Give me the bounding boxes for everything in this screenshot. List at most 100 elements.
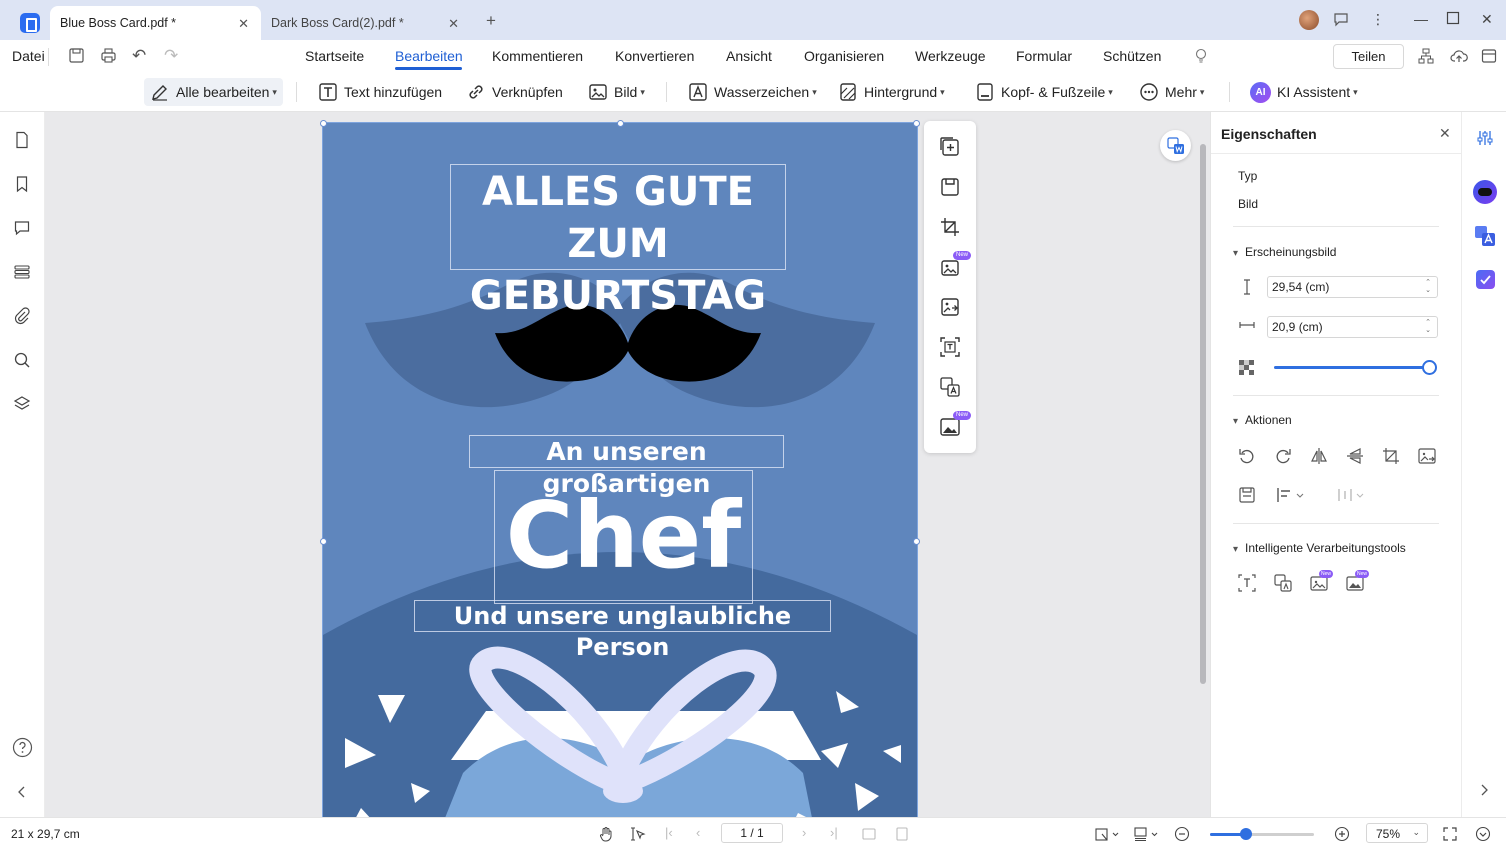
fit-width-icon[interactable] xyxy=(861,826,877,842)
headline-text-box[interactable]: ALLES GUTE ZUM GEBURTSTAG xyxy=(450,164,786,319)
search-icon[interactable] xyxy=(13,351,31,369)
subtitle-text-box[interactable]: An unseren großartigen xyxy=(469,435,784,498)
layers-icon[interactable] xyxy=(13,395,31,413)
header-footer-button[interactable]: Kopf- & Fußzeile ▾ xyxy=(975,78,1113,106)
maximize-icon[interactable] xyxy=(1446,11,1460,25)
ai-chatbot-icon[interactable] xyxy=(1473,180,1497,204)
page-number-field[interactable]: 1 / 1 xyxy=(721,823,783,843)
workflow-icon[interactable] xyxy=(1418,48,1434,64)
smart-tools-section-header[interactable]: Intelligente Verarbeitungstools xyxy=(1233,541,1406,555)
flip-vertical-icon[interactable] xyxy=(1345,446,1365,466)
print-icon[interactable] xyxy=(100,47,117,64)
card-page-image[interactable]: ALLES GUTE ZUM GEBURTSTAG An unseren gro… xyxy=(322,122,918,817)
zoom-out-icon[interactable] xyxy=(1174,826,1190,842)
save-icon[interactable] xyxy=(68,47,85,64)
height-field[interactable]: 29,54 (cm) ⌃ ⌄ xyxy=(1267,276,1438,298)
resize-handle[interactable] xyxy=(913,120,920,127)
rotate-left-icon[interactable] xyxy=(1237,446,1257,466)
menu-startseite[interactable]: Startseite xyxy=(305,48,364,64)
fit-page-icon[interactable] xyxy=(894,826,910,842)
resize-handle[interactable] xyxy=(913,538,920,545)
tab-blue-boss-card[interactable]: Blue Boss Card.pdf * ✕ xyxy=(50,6,261,40)
chef-text-box[interactable]: Chef xyxy=(494,470,753,604)
menu-kommentieren[interactable]: Kommentieren xyxy=(492,48,583,64)
menu-file[interactable]: Datei xyxy=(12,48,45,64)
close-icon[interactable]: ✕ xyxy=(238,16,249,32)
more-button[interactable]: Mehr ▾ xyxy=(1139,78,1204,106)
close-icon[interactable]: ✕ xyxy=(1439,125,1451,142)
replace-image-icon[interactable] xyxy=(939,296,961,318)
previous-page-icon[interactable]: ‹ xyxy=(696,825,700,840)
zoom-in-icon[interactable] xyxy=(1334,826,1350,842)
ai-assistant-button[interactable]: AI KI Assistent ▾ xyxy=(1250,78,1358,106)
undo-icon[interactable]: ↶ xyxy=(132,46,146,66)
translate-image-icon[interactable] xyxy=(1273,573,1293,593)
crop-icon[interactable] xyxy=(1381,446,1401,466)
menu-schuetzen[interactable]: Schützen xyxy=(1103,48,1161,64)
select-mode-dropdown-icon[interactable] xyxy=(1094,826,1120,842)
share-button[interactable]: Teilen xyxy=(1333,44,1404,69)
first-page-icon[interactable]: |‹ xyxy=(665,825,673,840)
resize-handle[interactable] xyxy=(320,120,327,127)
properties-sliders-icon[interactable] xyxy=(1476,129,1494,147)
translate-icon[interactable] xyxy=(1474,225,1496,247)
help-icon[interactable] xyxy=(12,737,33,758)
vertical-scrollbar[interactable] xyxy=(1200,144,1206,684)
replace-image-icon[interactable] xyxy=(1417,446,1437,466)
background-button[interactable]: Hintergrund ▾ xyxy=(838,78,945,106)
feedback-icon[interactable] xyxy=(1333,11,1349,27)
ocr-text-icon[interactable] xyxy=(939,336,961,358)
bookmark-icon[interactable] xyxy=(13,175,31,193)
panel-toggle-icon[interactable] xyxy=(1481,48,1497,64)
page-thumbnails-icon[interactable] xyxy=(13,131,31,149)
page-layout-dropdown-icon[interactable] xyxy=(1133,826,1159,842)
minimize-icon[interactable]: — xyxy=(1414,11,1428,27)
ocr-text-icon[interactable] xyxy=(1237,573,1257,593)
new-tab-plus-icon[interactable]: + xyxy=(486,11,496,31)
tab-dark-boss-card[interactable]: Dark Boss Card(2).pdf * ✕ xyxy=(261,6,471,40)
resize-handle[interactable] xyxy=(320,538,327,545)
select-tool-icon[interactable] xyxy=(630,826,646,842)
menu-bearbeiten[interactable]: Bearbeiten xyxy=(395,48,463,64)
task-check-icon[interactable] xyxy=(1476,270,1495,289)
tagline-text-box[interactable]: Und unsere unglaubliche Person xyxy=(414,600,831,661)
add-text-button[interactable]: Text hinzufügen xyxy=(318,78,442,106)
save-image-icon[interactable] xyxy=(939,176,961,198)
next-page-icon[interactable]: › xyxy=(802,825,806,840)
attachment-icon[interactable] xyxy=(13,307,31,325)
menu-werkzeuge[interactable]: Werkzeuge xyxy=(915,48,986,64)
close-icon[interactable]: ✕ xyxy=(448,16,459,32)
appearance-section-header[interactable]: Erscheinungsbild xyxy=(1233,245,1336,259)
close-window-icon[interactable]: ✕ xyxy=(1481,11,1493,28)
crop-icon[interactable] xyxy=(939,216,961,238)
cloud-upload-icon[interactable] xyxy=(1450,48,1468,64)
resize-handle[interactable] xyxy=(617,120,624,127)
link-button[interactable]: Verknüpfen xyxy=(466,78,563,106)
hand-tool-icon[interactable] xyxy=(598,826,614,842)
stepper-icon[interactable]: ⌃ ⌄ xyxy=(1425,319,1431,335)
image-button[interactable]: Bild ▾ xyxy=(588,78,645,106)
document-canvas[interactable]: ALLES GUTE ZUM GEBURTSTAG An unseren gro… xyxy=(45,112,1210,817)
zoom-slider-knob[interactable] xyxy=(1240,828,1252,840)
avatar[interactable] xyxy=(1299,10,1319,30)
opacity-slider-track[interactable] xyxy=(1274,366,1430,369)
redo-icon[interactable]: ↷ xyxy=(164,46,178,66)
edit-all-button[interactable]: Alle bearbeiten ▾ xyxy=(144,78,283,106)
actions-section-header[interactable]: Aktionen xyxy=(1233,413,1292,427)
lightbulb-icon[interactable] xyxy=(1193,47,1209,65)
width-field[interactable]: 20,9 (cm) ⌃ ⌄ xyxy=(1267,316,1438,338)
menu-konvertieren[interactable]: Konvertieren xyxy=(615,48,694,64)
menu-ansicht[interactable]: Ansicht xyxy=(726,48,772,64)
comment-icon[interactable] xyxy=(13,219,31,237)
stepper-icon[interactable]: ⌃ ⌄ xyxy=(1425,279,1431,295)
more-vertical-icon[interactable]: ⋮ xyxy=(1371,11,1385,28)
save-icon[interactable] xyxy=(1237,485,1257,505)
menu-formular[interactable]: Formular xyxy=(1016,48,1072,64)
fullscreen-icon[interactable] xyxy=(1442,826,1458,842)
watermark-button[interactable]: Wasserzeichen ▾ xyxy=(688,78,817,106)
chevron-right-icon[interactable] xyxy=(1477,783,1491,797)
rotate-right-icon[interactable] xyxy=(1273,446,1293,466)
align-dropdown-icon[interactable] xyxy=(1275,485,1307,505)
collapse-status-icon[interactable] xyxy=(1475,826,1491,842)
menu-organisieren[interactable]: Organisieren xyxy=(804,48,884,64)
